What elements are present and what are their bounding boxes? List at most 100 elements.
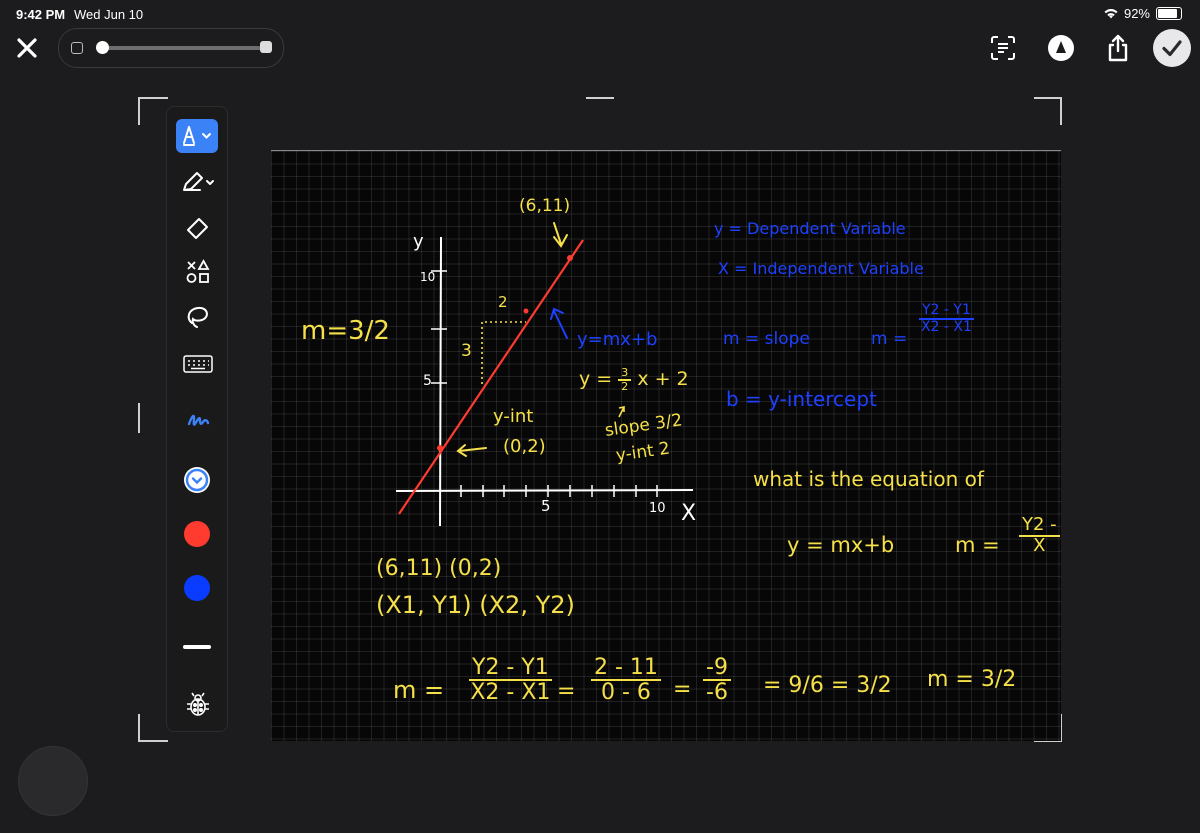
crop-corner-top-left[interactable] [138,97,168,125]
eq-frac-num: 3 [618,367,632,381]
playback-scrubber[interactable] [58,28,284,68]
pen-tool[interactable] [176,119,218,153]
checkmark-icon [1162,40,1182,57]
crop-edge-left[interactable] [138,403,140,433]
slope-formula-right: Y2 -X [1019,515,1060,556]
status-right: 92% [1104,6,1182,21]
keyboard-tool[interactable] [177,347,219,381]
point-label: (6,11) [519,196,571,216]
pen-tip-icon [1048,35,1074,61]
handwriting-icon [187,414,210,426]
close-icon [17,38,37,58]
color-swatch-blue[interactable] [184,575,210,601]
wifi-icon [1104,9,1118,19]
run-label: 2 [498,293,508,311]
calc-reduce: = 9/6 = 3/2 [763,673,892,698]
arrow-to-line [550,307,568,339]
calc-m-label: m = [393,676,445,704]
equals-2: = [673,677,692,702]
points-general: (X1, Y1) (X2, Y2) [376,591,575,619]
calc-num-1: Y2 - Y1 [469,656,552,682]
note-canvas[interactable]: m=3/2 (6,11) y 10 5 3 2 y-int (0,2) 5 10… [271,150,1061,741]
shapes-icon [186,259,210,283]
calc-result: m = 3/2 [927,667,1017,692]
handwriting-tool[interactable] [177,403,219,437]
x-tick-5: 5 [541,497,551,515]
calc-fraction-diff: -9 -6 [703,656,731,704]
point-0-2 [437,445,443,451]
color-swatch-red[interactable] [184,521,210,547]
x-axis-label: X [681,501,697,526]
lasso-tool[interactable] [177,300,219,334]
scrubber-track[interactable] [101,46,261,50]
slope-intercept-form-blue: y=mx+b [577,329,658,350]
floating-assist-button[interactable] [18,746,88,816]
yint-label: y-int [493,406,534,427]
calc-den-1: X2 - X1 [470,680,551,706]
arrow-to-yint [456,444,487,457]
calc-fraction-values: 2 - 11 0 - 6 [591,656,661,704]
point-mid [523,308,529,314]
battery-icon [1156,7,1182,20]
eq-fraction: 32 [618,367,632,393]
calc-den-3: -6 [706,680,728,706]
right-frac-num: Y2 - [1019,515,1060,537]
y-axis-label: y [413,231,424,252]
eraser-icon [187,218,208,239]
color-picker[interactable] [184,467,210,493]
slope-label-left: m=3/2 [301,316,390,346]
right-fraction: Y2 -X [1019,515,1060,556]
eq-rhs: x + 2 [637,368,689,391]
crop-corner-top-right[interactable] [1034,97,1062,125]
calc-num-2: 2 - 11 [591,656,661,682]
text-scan-button[interactable] [985,30,1021,66]
highlighter-tool[interactable] [177,165,219,199]
battery-percent: 92% [1123,6,1150,21]
blue-fraction: Y2 - Y1 X2 - X1 [919,303,974,334]
arrow-up [618,406,625,418]
shapes-tool[interactable] [177,255,219,289]
share-icon [1108,34,1128,62]
eraser-tool[interactable] [177,210,219,244]
done-button[interactable] [1153,29,1191,67]
slope-intercept-form: y = mx+b [787,533,895,557]
eq-lhs: y = [579,368,613,391]
question-text: what is the equation of [753,467,984,491]
y-tick-10: 10 [420,270,436,284]
calc-frac-2: 2 - 11 0 - 6 [591,656,661,704]
calc-den-2: 0 - 6 [601,680,651,706]
scrubber-handle[interactable] [96,41,109,54]
chevron-down-icon [185,468,209,492]
status-date: Wed Jun 10 [74,7,144,22]
rise-run-guide [481,321,526,384]
equals-1: = [557,679,576,704]
scrubber-start-icon[interactable] [71,42,83,54]
eq-frac-den: 2 [621,379,629,393]
status-bar: 9:42 PM Wed Jun 10 92% [0,0,1200,28]
point-6-11 [567,255,573,261]
yint-point: (0,2) [503,436,546,457]
keyboard-icon [183,355,213,373]
close-button[interactable] [12,33,42,63]
x-tick-10: 10 [649,501,666,516]
blue-frac-den: X2 - X1 [920,318,972,335]
equation-specific: y = 32 x + 2 [579,367,689,392]
calc-frac-3: -9 -6 [703,656,731,704]
independent-variable-note: X = Independent Variable [718,259,924,278]
text-scan-icon [991,36,1015,60]
share-button[interactable] [1100,30,1136,66]
right-frac-den: X [1033,534,1046,556]
stroke-width-selector[interactable] [183,645,211,649]
markup-pen-button[interactable] [1043,30,1079,66]
points-specific: (6,11) (0,2) [376,556,502,581]
lasso-icon [187,306,208,328]
dependent-variable-note: y = Dependent Variable [714,219,906,238]
scrubber-end-icon[interactable] [260,41,272,53]
slope-formula-blue: Y2 - Y1 X2 - X1 [919,303,974,334]
crop-corner-bottom-left[interactable] [138,714,168,742]
blue-frac-num: Y2 - Y1 [919,303,974,320]
debug-tool[interactable] [177,687,219,721]
crop-edge-top[interactable] [586,97,614,99]
slope-formula-blue-lhs: m = [871,329,908,349]
calc-frac-1: Y2 - Y1 X2 - X1 [469,656,552,704]
